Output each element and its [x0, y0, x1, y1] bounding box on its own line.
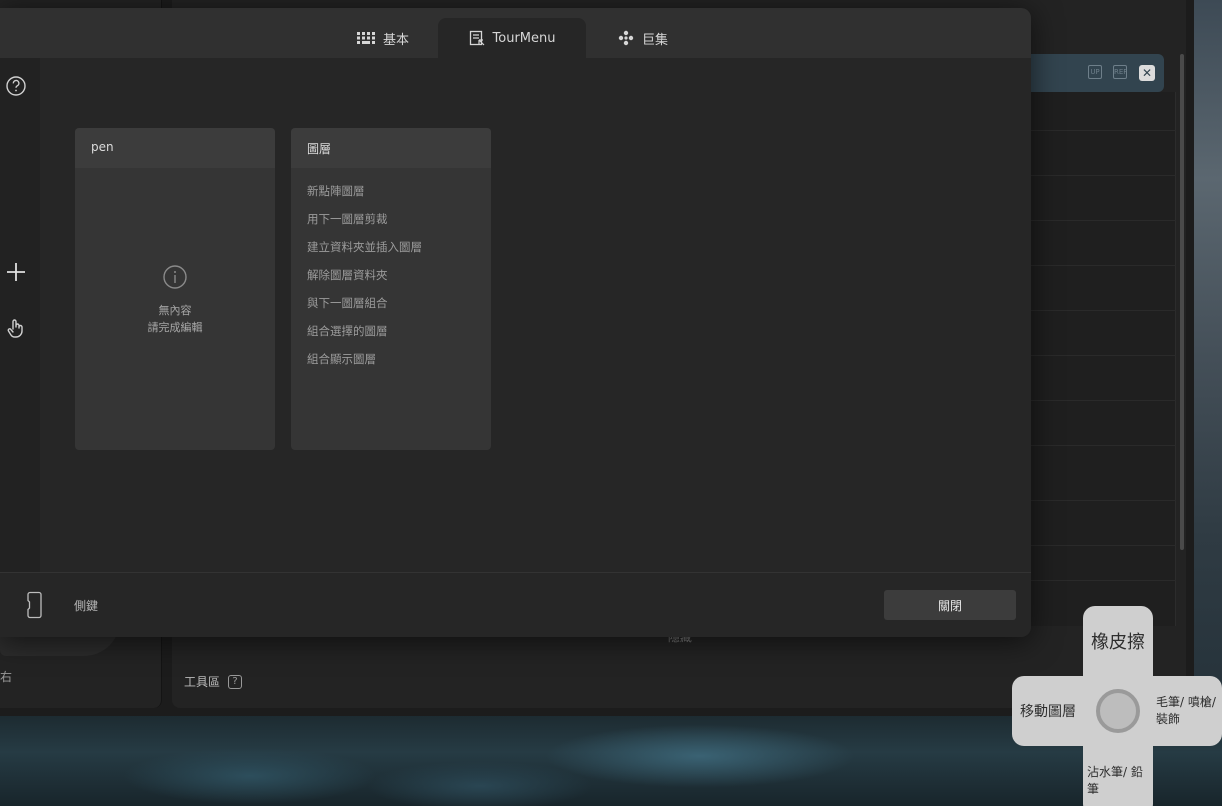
wheel-item-pen[interactable]: 沾水筆/ 鉛筆 [1087, 764, 1151, 798]
tab-label: TourMenu [492, 30, 556, 46]
help-icon[interactable]: ? [228, 674, 243, 689]
ref-badge-icon[interactable]: REF [1113, 65, 1127, 79]
list-divider [1030, 130, 1176, 131]
help-icon[interactable] [4, 74, 28, 98]
scrollbar[interactable] [1180, 54, 1184, 550]
list-divider [1030, 400, 1176, 401]
plus-icon[interactable] [4, 260, 28, 284]
list-item[interactable]: 與下一圖層組合 [307, 295, 475, 323]
list-divider [1030, 355, 1176, 356]
wheel-center-ring[interactable] [1096, 689, 1140, 733]
wheel-item-brush[interactable]: 毛筆/ 噴槍/ 裝飾 [1156, 694, 1220, 728]
tab-label: 基本 [382, 32, 409, 48]
tool-area-label: 工具區 ? [184, 673, 243, 690]
layer-command-list: 新點陣圖層 用下一圖層剪裁 建立資料夾並插入圖層 解除圖層資料夾 與下一圖層組合… [291, 168, 491, 394]
list-divider [1030, 445, 1176, 446]
tool-area-text: 工具區 [184, 675, 221, 689]
left-toolbar [0, 58, 40, 572]
card-title: pen [75, 128, 275, 168]
empty-line-1: 無內容 [158, 304, 192, 317]
list-item[interactable]: 建立資料夾並插入圖層 [307, 239, 475, 267]
left-panel-label: 右 [0, 670, 13, 684]
list-divider [1030, 220, 1176, 221]
keyboard-icon [356, 32, 375, 44]
close-button[interactable]: 關閉 [884, 590, 1016, 620]
list-item[interactable]: 解除圖層資料夾 [307, 267, 475, 295]
empty-state: 無內容 請完成編輯 [75, 264, 275, 336]
side-key-label: 側鍵 [74, 599, 99, 613]
list-divider [1030, 500, 1176, 501]
dialog-footer: 側鍵 關閉 [0, 572, 1031, 637]
tour-menu-icon [469, 30, 484, 46]
list-divider [1030, 545, 1176, 546]
wheel-item-eraser[interactable]: 橡皮擦 [1083, 628, 1153, 654]
item-close-icon[interactable]: ✕ [1139, 65, 1155, 81]
card-layer[interactable]: 圖層 新點陣圖層 用下一圖層剪裁 建立資料夾並插入圖層 解除圖層資料夾 與下一圖… [291, 128, 491, 450]
tab-macro[interactable]: 巨集 [598, 18, 688, 58]
wheel-item-move-layer[interactable]: 移動圖層 [1012, 701, 1084, 721]
list-item[interactable]: 新點陣圖層 [307, 183, 475, 211]
list-item[interactable]: 組合顯示圖層 [307, 351, 475, 379]
card-title: 圖層 [291, 128, 491, 168]
list-divider [1030, 175, 1176, 176]
tab-bar: 基本 TourMenu 巨集 [0, 8, 1031, 58]
list-divider [1030, 310, 1176, 311]
tab-label: 巨集 [641, 32, 668, 48]
list-item[interactable]: 用下一圖層剪裁 [307, 211, 475, 239]
list-item[interactable]: 組合選擇的圖層 [307, 323, 475, 351]
tab-basic[interactable]: 基本 [330, 18, 436, 58]
empty-line-2: 請完成編輯 [147, 321, 203, 334]
up-badge-icon[interactable]: UP [1088, 65, 1102, 79]
settings-dialog: 基本 TourMenu 巨集 pen 無內容 請完成編輯 圖層 新點陣圖層 用下… [0, 8, 1031, 637]
tab-tourmenu[interactable]: TourMenu [438, 18, 586, 58]
list-divider [1030, 265, 1176, 266]
list-divider [1030, 580, 1176, 581]
info-icon [163, 265, 187, 289]
macro-icon [618, 30, 634, 46]
background-photo-right [1194, 0, 1222, 716]
side-key-icon[interactable] [27, 591, 43, 619]
touch-gesture-icon[interactable] [4, 316, 28, 340]
card-pen[interactable]: pen 無內容 請完成編輯 [75, 128, 275, 450]
